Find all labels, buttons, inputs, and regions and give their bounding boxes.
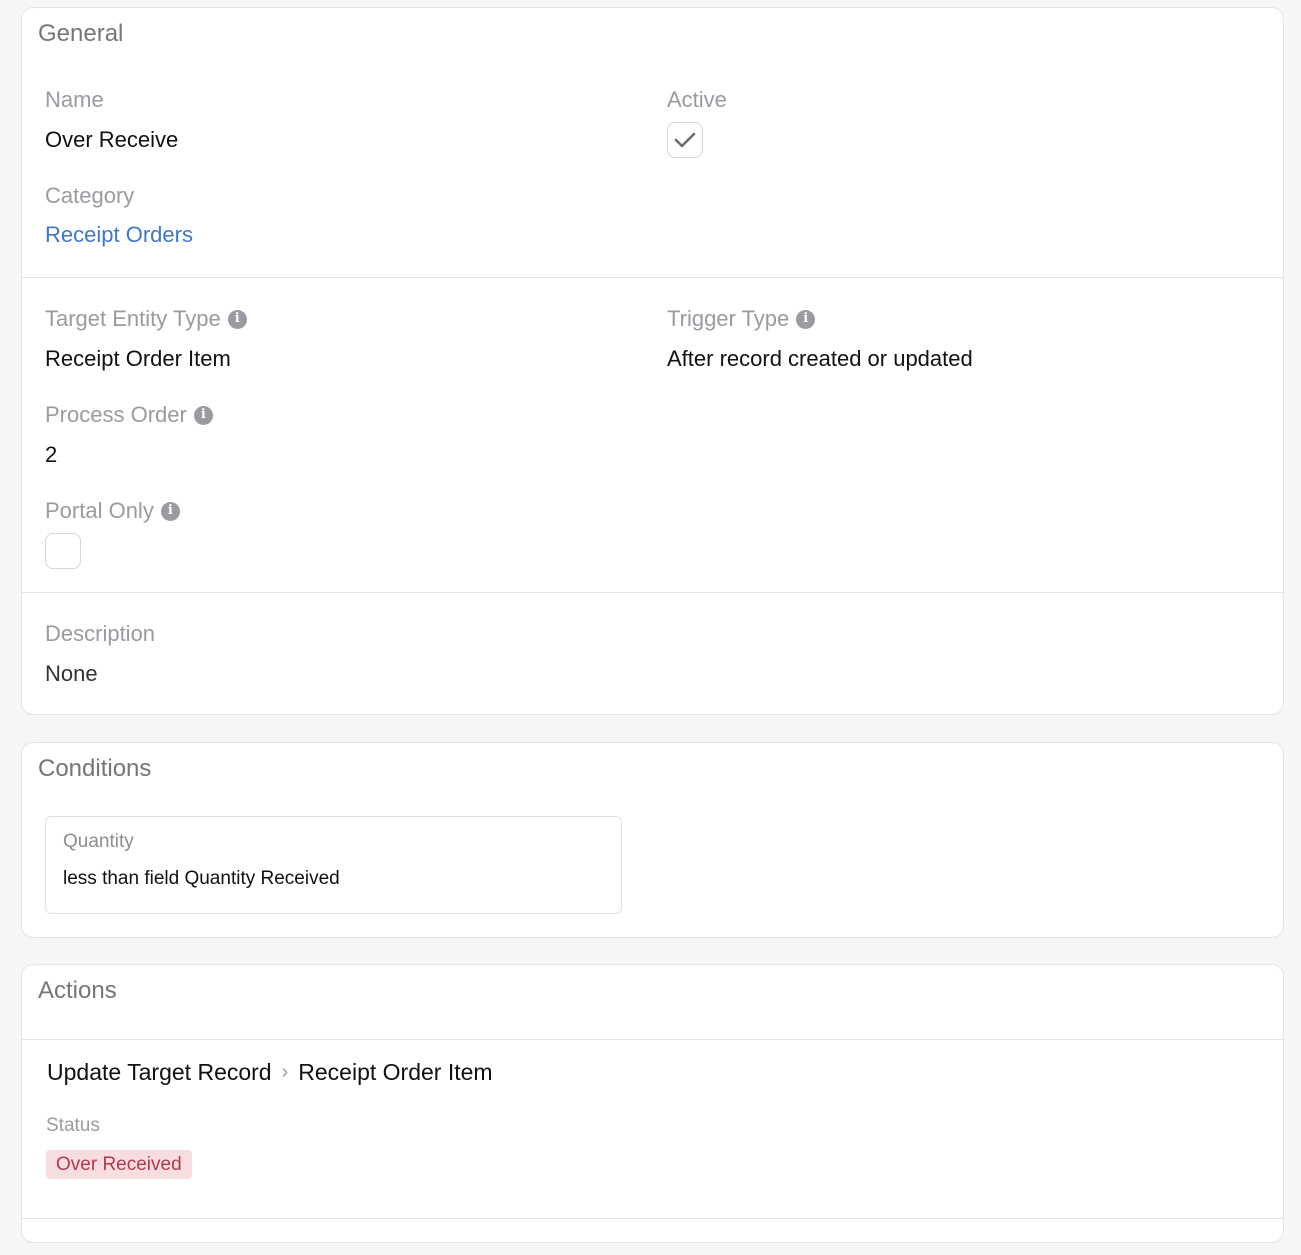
condition-field: Quantity — [63, 831, 134, 852]
active-label: Active — [667, 87, 727, 112]
info-circle-icon[interactable]: i — [227, 309, 247, 329]
name-label: Name — [45, 87, 104, 112]
process-order-label-text: Process Order — [45, 402, 187, 427]
action-type: Update Target Record — [47, 1059, 272, 1085]
active-checkbox[interactable] — [667, 122, 703, 158]
target-entity-type-label: Target Entity Type i — [45, 306, 247, 332]
general-divider-1 — [22, 277, 1283, 278]
name-value: Over Receive — [45, 127, 179, 152]
status-label: Status — [46, 1115, 100, 1136]
checkmark-icon — [674, 132, 696, 148]
actions-divider-top — [22, 1039, 1283, 1040]
info-circle-icon[interactable]: i — [796, 309, 816, 329]
trigger-type-label: Trigger Type i — [667, 306, 816, 332]
general-divider-2 — [22, 592, 1283, 593]
process-order-value: 2 — [45, 442, 58, 467]
general-title: General — [38, 20, 124, 47]
action-target: Receipt Order Item — [298, 1059, 493, 1085]
portal-only-label: Portal Only i — [45, 498, 180, 524]
chevron-right-icon: › — [281, 1061, 289, 1083]
target-entity-type-label-text: Target Entity Type — [45, 306, 221, 331]
info-circle-icon[interactable]: i — [160, 501, 180, 521]
actions-card: Actions Update Target Record › Receipt O… — [21, 964, 1284, 1243]
category-link[interactable]: Receipt Orders — [45, 222, 193, 248]
info-circle-icon[interactable]: i — [193, 405, 213, 425]
portal-only-checkbox[interactable] — [45, 533, 81, 569]
process-order-label: Process Order i — [45, 402, 213, 428]
actions-divider-bottom — [22, 1218, 1283, 1219]
trigger-type-label-text: Trigger Type — [667, 306, 790, 331]
actions-title: Actions — [38, 977, 117, 1004]
status-badge: Over Received — [46, 1150, 192, 1179]
target-entity-type-value: Receipt Order Item — [45, 346, 231, 371]
trigger-type-value: After record created or updated — [667, 346, 973, 371]
portal-only-label-text: Portal Only — [45, 498, 154, 523]
action-heading: Update Target Record › Receipt Order Ite… — [47, 1059, 493, 1086]
description-label: Description — [45, 621, 156, 646]
conditions-card: Conditions Quantity less than field Quan… — [21, 742, 1284, 938]
description-value: None — [45, 661, 98, 686]
conditions-title: Conditions — [38, 755, 152, 782]
general-card: General Name Over Receive Active Categor… — [21, 7, 1284, 715]
condition-item[interactable]: Quantity less than field Quantity Receiv… — [45, 816, 622, 914]
condition-rule: less than field Quantity Received — [63, 868, 340, 889]
category-label: Category — [45, 183, 135, 208]
